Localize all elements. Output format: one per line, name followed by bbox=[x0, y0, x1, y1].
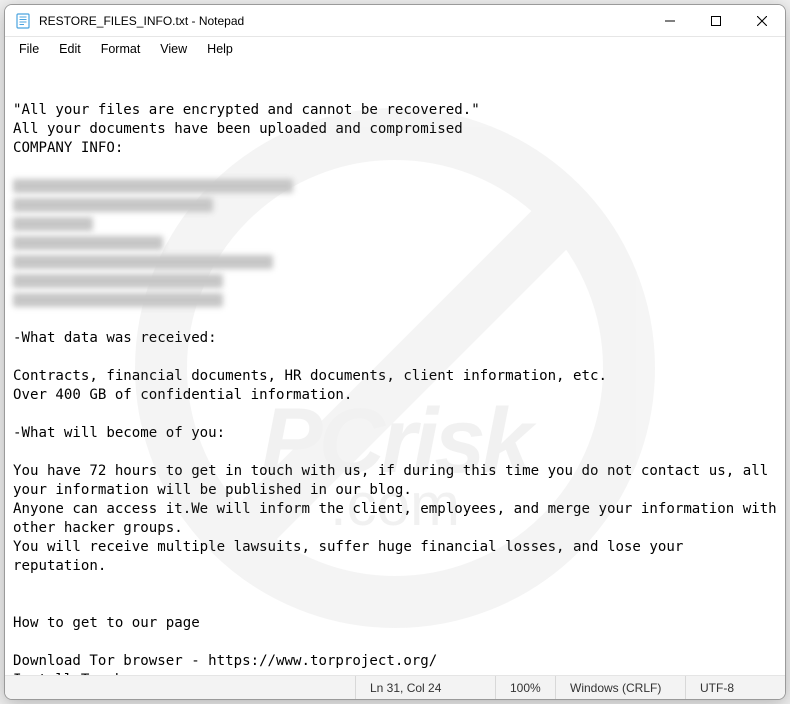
line: "All your files are encrypted and cannot… bbox=[13, 102, 480, 118]
redacted-line bbox=[13, 293, 223, 307]
status-encoding: UTF-8 bbox=[685, 676, 785, 699]
line: -What will become of you: bbox=[13, 425, 225, 441]
menu-view[interactable]: View bbox=[150, 40, 197, 58]
status-zoom[interactable]: 100% bbox=[495, 676, 555, 699]
redacted-line bbox=[13, 236, 163, 250]
status-position: Ln 31, Col 24 bbox=[355, 676, 495, 699]
status-lineend: Windows (CRLF) bbox=[555, 676, 685, 699]
line: Install Tor browser bbox=[13, 672, 174, 675]
notepad-window: RESTORE_FILES_INFO.txt - Notepad File Ed… bbox=[4, 4, 786, 700]
redacted-line bbox=[13, 179, 293, 193]
titlebar[interactable]: RESTORE_FILES_INFO.txt - Notepad bbox=[5, 5, 785, 37]
line: Contracts, financial documents, HR docum… bbox=[13, 368, 607, 384]
redacted-line bbox=[13, 217, 93, 231]
maximize-button[interactable] bbox=[693, 5, 739, 37]
window-title: RESTORE_FILES_INFO.txt - Notepad bbox=[39, 14, 244, 28]
redacted-line bbox=[13, 198, 213, 212]
menubar: File Edit Format View Help bbox=[5, 37, 785, 61]
close-button[interactable] bbox=[739, 5, 785, 37]
notepad-icon bbox=[15, 13, 31, 29]
line: Anyone can access it.We will inform the … bbox=[13, 501, 785, 536]
redacted-line bbox=[13, 255, 273, 269]
line: Download Tor browser - https://www.torpr… bbox=[13, 653, 437, 669]
line: You have 72 hours to get in touch with u… bbox=[13, 463, 777, 498]
menu-file[interactable]: File bbox=[9, 40, 49, 58]
minimize-button[interactable] bbox=[647, 5, 693, 37]
menu-edit[interactable]: Edit bbox=[49, 40, 91, 58]
line: -What data was received: bbox=[13, 330, 217, 346]
statusbar: Ln 31, Col 24 100% Windows (CRLF) UTF-8 bbox=[5, 675, 785, 699]
line: COMPANY INFO: bbox=[13, 140, 123, 156]
menu-help[interactable]: Help bbox=[197, 40, 243, 58]
line: All your documents have been uploaded an… bbox=[13, 121, 463, 137]
redacted-line bbox=[13, 274, 223, 288]
line: Over 400 GB of confidential information. bbox=[13, 387, 352, 403]
line: How to get to our page bbox=[13, 615, 200, 631]
text-area[interactable]: PCrisk .com "All your files are encrypte… bbox=[5, 61, 785, 675]
menu-format[interactable]: Format bbox=[91, 40, 151, 58]
line: You will receive multiple lawsuits, suff… bbox=[13, 539, 692, 574]
